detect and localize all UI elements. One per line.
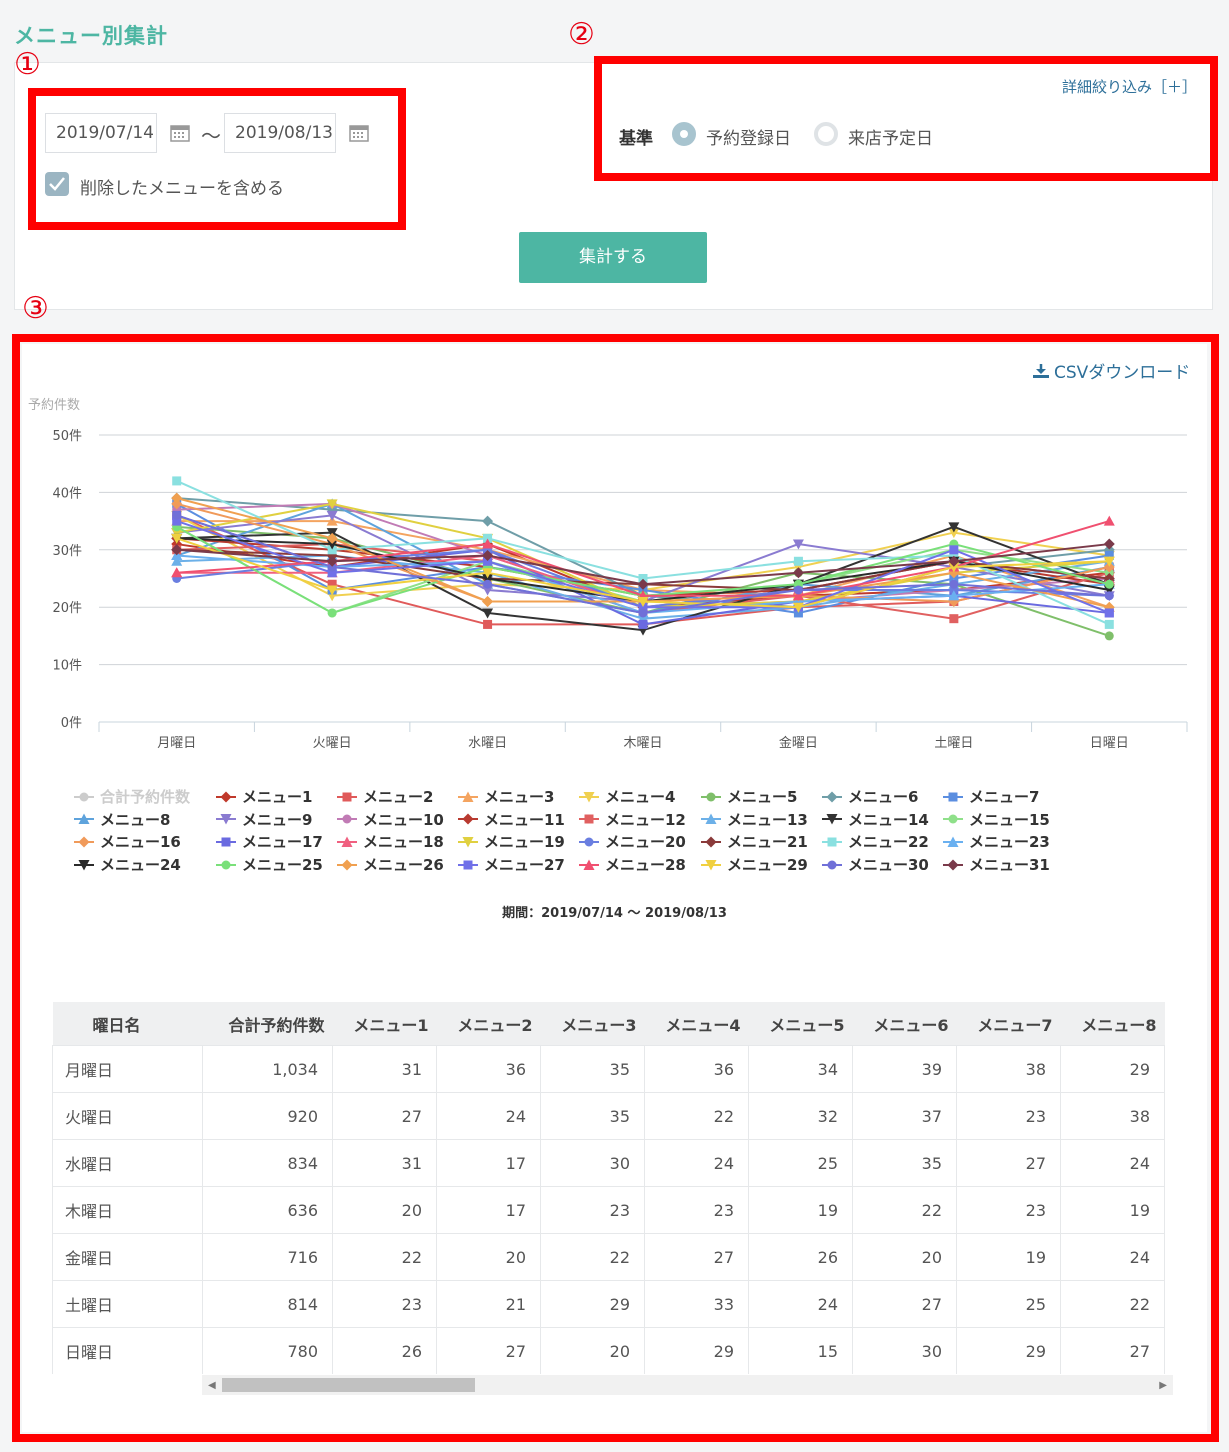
highlight-box-1 — [28, 88, 406, 230]
highlight-box-3 — [12, 334, 1219, 1442]
page-title: メニュー別集計 — [14, 24, 168, 48]
annotation-marker-3: ③ — [22, 291, 49, 326]
aggregate-button[interactable]: 集計する — [519, 232, 707, 283]
annotation-marker-1: ① — [14, 47, 41, 82]
annotation-marker-2: ② — [568, 17, 595, 52]
highlight-box-2 — [594, 56, 1218, 181]
